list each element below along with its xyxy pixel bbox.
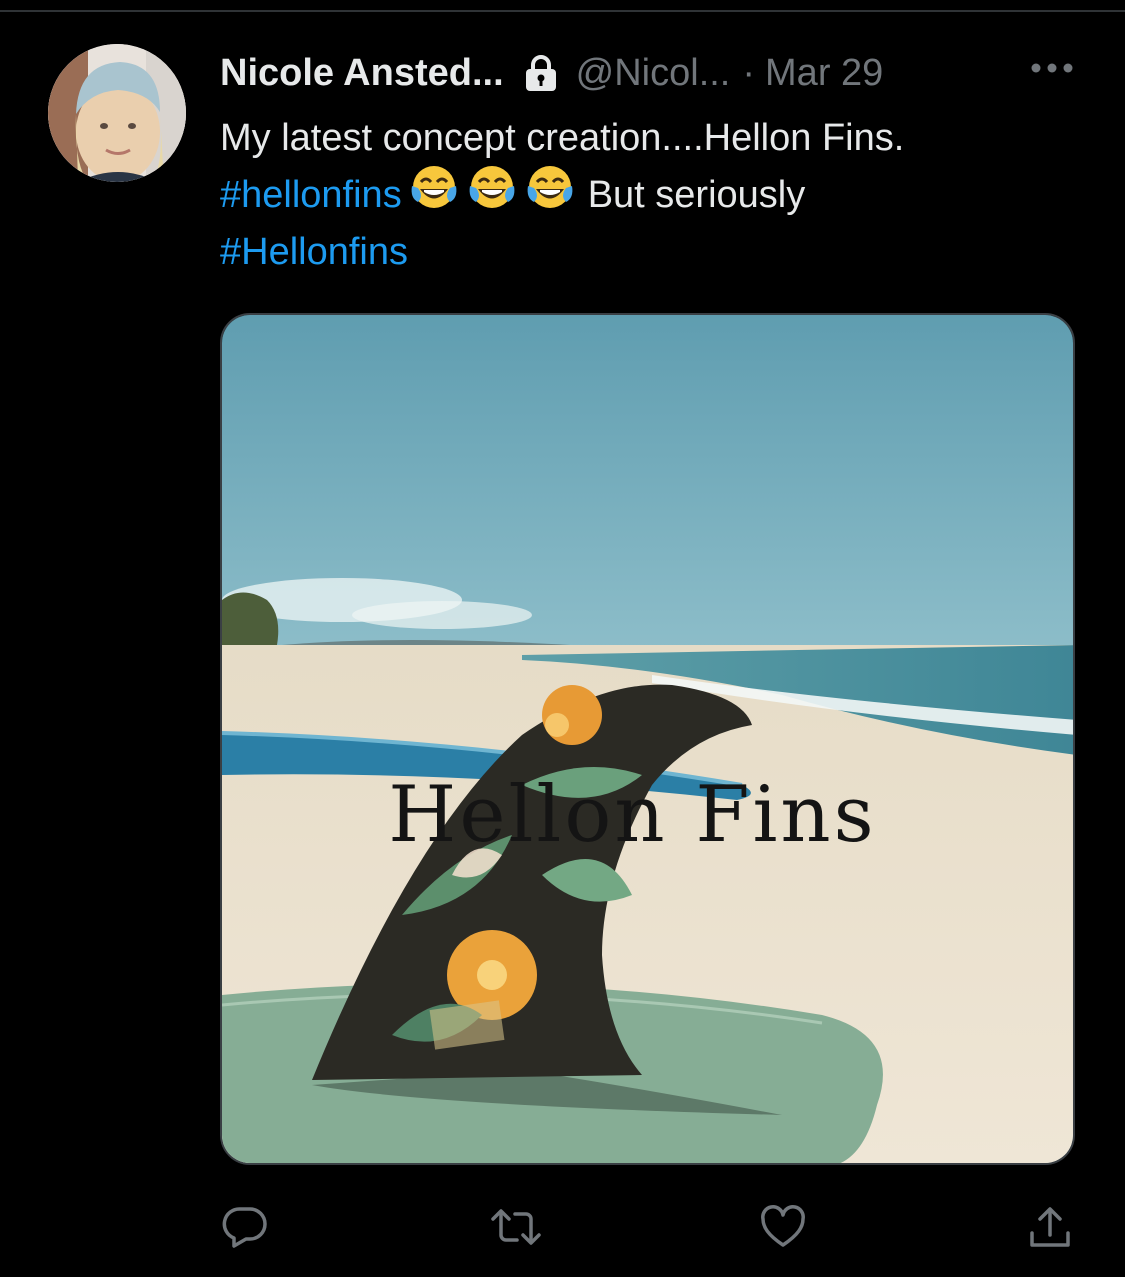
more-options-icon[interactable] [1030,58,1074,83]
author-name[interactable]: Nicole Ansted... [220,52,504,95]
divider [0,10,1125,12]
laughing-tears-emoji [408,162,460,229]
tweet-text-line: My latest concept creation....Hellon Fin… [220,117,905,159]
reply-icon[interactable] [222,1205,268,1254]
hashtag-link[interactable]: #Hellonfins [220,224,408,281]
tweet-text: My latest concept creation....Hellon Fin… [220,110,1080,281]
author-handle[interactable]: @Nicol... [576,52,731,95]
hashtag-link[interactable]: #hellonfins [220,167,402,224]
avatar[interactable] [48,44,186,182]
tweet-actions [0,1205,1125,1249]
share-icon[interactable] [1028,1205,1072,1256]
separator-dot: · [742,51,756,94]
image-overlay-title: Hellon Fins [388,770,877,860]
retweet-icon[interactable] [489,1205,543,1254]
lock-icon [524,54,558,92]
laughing-tears-emoji [524,162,576,229]
laughing-tears-emoji [466,162,518,229]
like-icon[interactable] [760,1205,806,1254]
tweet-header: Nicole Ansted... @Nicol... · Mar 29 [220,48,883,98]
tweet-image[interactable]: Hellon Fins [220,313,1075,1165]
tweet-date[interactable]: Mar 29 [765,52,883,95]
tweet-text-continuation: But seriously [587,174,806,216]
